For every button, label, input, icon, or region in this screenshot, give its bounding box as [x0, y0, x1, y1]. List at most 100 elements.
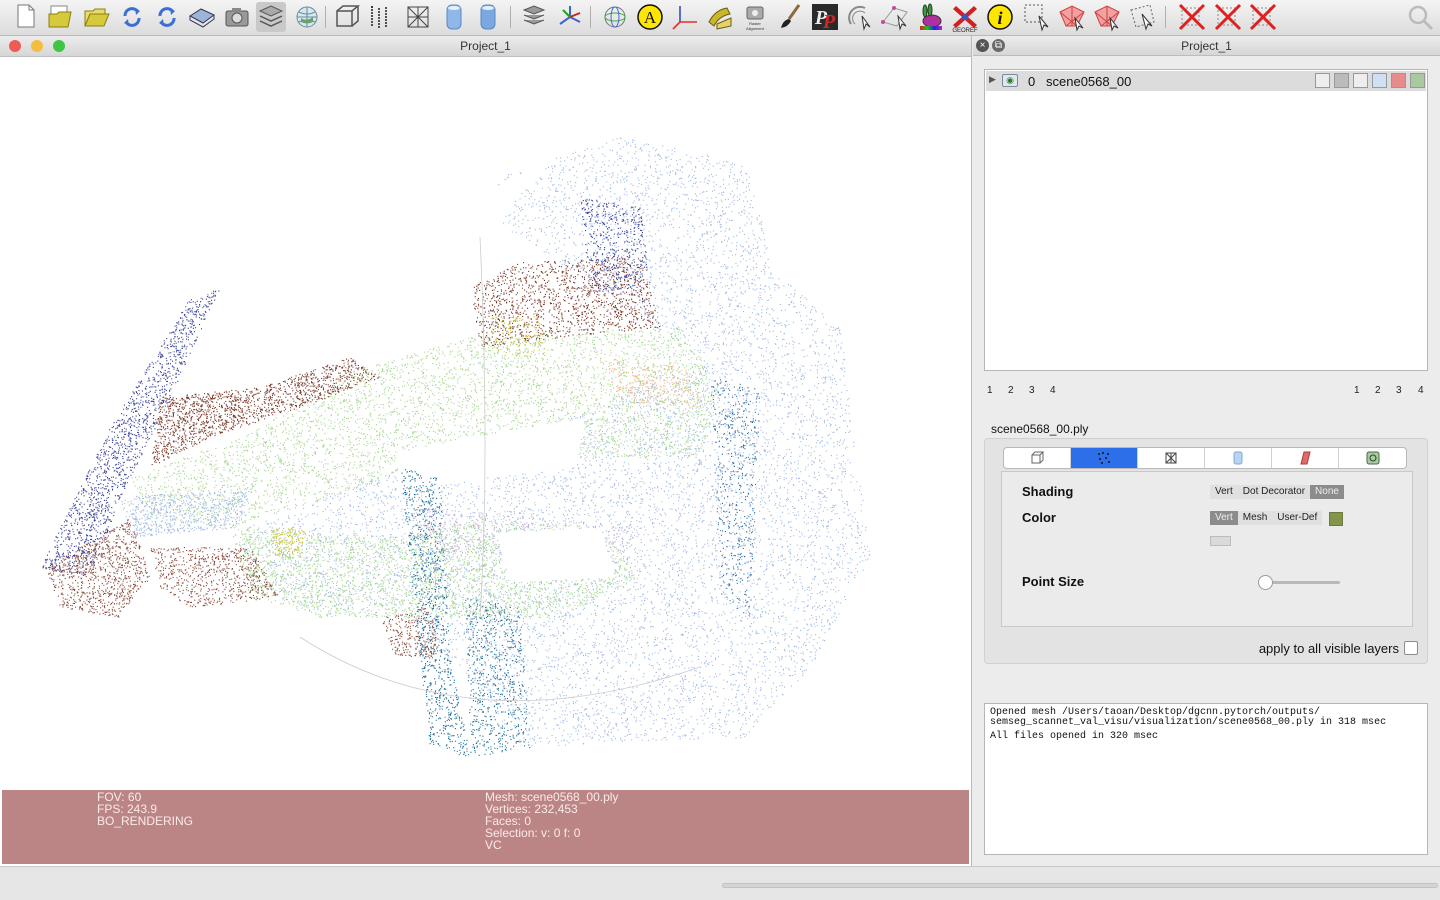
apply-all-checkbox[interactable] — [1404, 641, 1418, 655]
point-cluster — [121, 487, 250, 538]
point-size-slider-track[interactable] — [1258, 575, 1340, 590]
select-faces-icon — [1059, 5, 1085, 32]
color-selector[interactable]: Vert Mesh User-Def — [1210, 511, 1323, 525]
layer-name[interactable]: scene0568_00 — [1046, 74, 1131, 89]
svg-text:Alignment: Alignment — [746, 26, 765, 31]
color-mesh-option[interactable]: Mesh — [1237, 511, 1273, 525]
color-extra-button[interactable] — [1210, 536, 1231, 546]
info-button[interactable]: i — [985, 2, 1015, 32]
pager-left-2[interactable]: 2 — [1008, 385, 1014, 396]
wireframe-button[interactable] — [403, 2, 433, 32]
shading-vert-option[interactable]: Vert — [1210, 485, 1238, 499]
row-points-icon[interactable] — [1334, 73, 1349, 88]
open-project-button[interactable] — [46, 2, 76, 32]
paint-button[interactable] — [775, 2, 805, 32]
shading-selector[interactable]: Vert Dot Decorator None — [1210, 485, 1344, 499]
point-cluster — [150, 547, 279, 608]
shading-none-option[interactable]: None — [1310, 485, 1344, 499]
row-flat-icon[interactable] — [1372, 73, 1387, 88]
layer-list[interactable]: ▶ ◉ 0 scene0568_00 — [984, 69, 1428, 371]
shading-dot-decorator-option[interactable]: Dot Decorator — [1237, 485, 1311, 499]
camera-icon — [225, 8, 249, 27]
tab-wireframe[interactable] — [1138, 448, 1205, 468]
expand-arrow-icon[interactable]: ▶ — [989, 74, 996, 85]
point-cloud-render[interactable] — [0, 57, 971, 790]
raster-alignment-icon: RasterAlignment — [746, 6, 765, 31]
layers-button[interactable] — [256, 2, 286, 32]
pager-right-2[interactable]: 2 — [1375, 385, 1381, 396]
pager-right-3[interactable]: 3 — [1396, 385, 1402, 396]
horizontal-scrollbar[interactable] — [722, 883, 1438, 888]
layer-row[interactable]: ▶ ◉ 0 scene0568_00 — [986, 71, 1426, 91]
tab-bbox[interactable] — [1004, 448, 1071, 468]
pager-left-3[interactable]: 3 — [1029, 385, 1035, 396]
annotate-a-icon: A — [637, 4, 663, 30]
visibility-eye-icon[interactable]: ◉ — [1002, 74, 1018, 87]
raster-button[interactable] — [292, 2, 322, 32]
reload-all-button[interactable] — [152, 2, 182, 32]
reload-button[interactable] — [117, 2, 147, 32]
row-wireframe-icon[interactable] — [1353, 73, 1368, 88]
tab-points[interactable] — [1071, 448, 1138, 468]
new-project-button[interactable] — [12, 2, 42, 32]
align-button[interactable] — [705, 2, 735, 32]
georef-button[interactable]: GEOREF — [950, 2, 980, 32]
points-tab-icon — [1098, 452, 1110, 464]
import-mesh-button[interactable] — [82, 2, 112, 32]
flat-tab-icon — [1233, 451, 1243, 465]
point-picker-button[interactable]: PP — [810, 2, 840, 32]
select-vertices-button[interactable] — [1022, 2, 1052, 32]
annotate-button[interactable]: A — [635, 2, 665, 32]
reload-icon — [123, 7, 141, 27]
flat-button[interactable] — [439, 2, 469, 32]
tab-smooth[interactable] — [1339, 448, 1406, 468]
shading-label: Shading — [1022, 484, 1074, 499]
delete-vertices-icon — [1178, 3, 1206, 31]
bunny-button[interactable] — [915, 2, 945, 32]
open-folder-layers-icon — [48, 5, 72, 28]
color-vert-option[interactable]: Vert — [1210, 511, 1238, 525]
select-area-button[interactable] — [1128, 2, 1158, 32]
rotate-select-button[interactable] — [845, 2, 875, 32]
pager-left-4[interactable]: 4 — [1050, 385, 1056, 396]
edit-select-button[interactable] — [880, 2, 910, 32]
point-cluster — [151, 358, 380, 466]
pager-right-1[interactable]: 1 — [1354, 385, 1360, 396]
apply-all-label: apply to all visible layers — [1258, 641, 1399, 656]
raster-align-button[interactable]: Raster Alignment — [740, 2, 770, 32]
row-smooth-icon[interactable] — [1410, 73, 1425, 88]
3d-viewport[interactable] — [0, 57, 971, 790]
smooth-button[interactable] — [473, 2, 503, 32]
delete-vertices-button[interactable] — [1177, 2, 1207, 32]
bbox-button[interactable] — [333, 2, 363, 32]
axis-button[interactable] — [555, 2, 585, 32]
save-button[interactable] — [187, 2, 217, 32]
user-color-swatch[interactable] — [1329, 512, 1343, 526]
trackball-button[interactable] — [600, 2, 630, 32]
pager-right-4[interactable]: 4 — [1418, 385, 1424, 396]
point-cluster — [465, 598, 531, 756]
delete-faces-button[interactable] — [1213, 2, 1243, 32]
light-button[interactable] — [519, 2, 549, 32]
delete-all-button[interactable] — [1248, 2, 1278, 32]
bbox-cube-icon — [336, 5, 361, 27]
tab-texture[interactable] — [1272, 448, 1339, 468]
tab-flat[interactable] — [1205, 448, 1272, 468]
point-render-options: Shading Vert Dot Decorator None Color Ve… — [1001, 471, 1413, 627]
log-console[interactable]: Opened mesh /Users/taoan/Desktop/dgcnn.p… — [984, 703, 1428, 855]
select-conn-button[interactable] — [1092, 2, 1122, 32]
point-size-slider-knob[interactable] — [1258, 575, 1273, 590]
row-texture-icon[interactable] — [1391, 73, 1406, 88]
globe-icon — [296, 6, 318, 28]
color-user-def-option[interactable]: User-Def — [1272, 511, 1323, 525]
pager-left-1[interactable]: 1 — [987, 385, 993, 396]
points-button[interactable] — [367, 2, 397, 32]
georef-icon: GEOREF — [952, 6, 978, 32]
snapshot-button[interactable] — [222, 2, 252, 32]
points-icon — [371, 6, 387, 28]
row-bbox-icon[interactable] — [1315, 73, 1330, 88]
measure-axes-button[interactable] — [670, 2, 700, 32]
search-button[interactable] — [1405, 2, 1435, 32]
svg-text:P: P — [822, 11, 836, 32]
select-faces-button[interactable] — [1057, 2, 1087, 32]
